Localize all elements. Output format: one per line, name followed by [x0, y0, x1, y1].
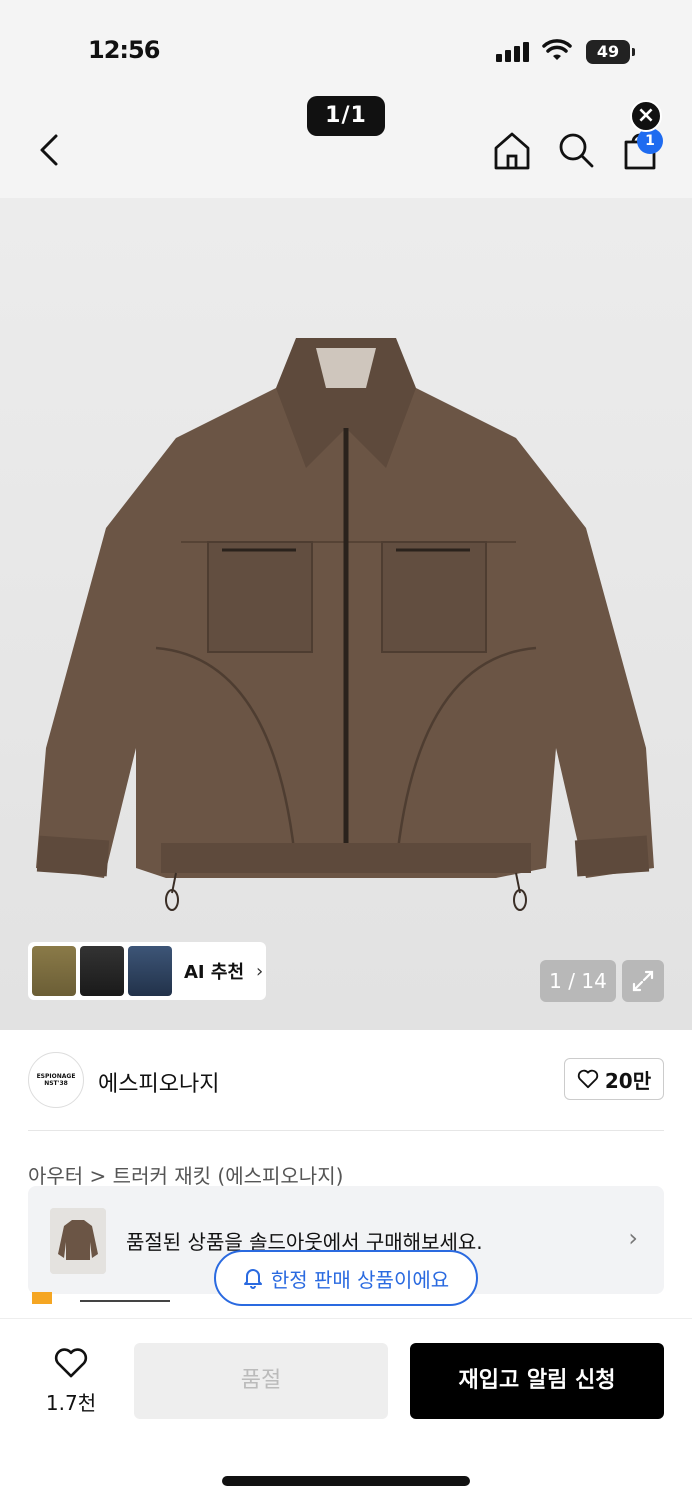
home-icon[interactable] — [490, 128, 534, 172]
brand-like-count: 20만 — [604, 1068, 652, 1093]
limited-sale-pill: 한정 판매 상품이에요 — [214, 1250, 478, 1306]
status-bar: 12:56 49 — [0, 0, 692, 100]
wishlist-count: 1.7천 — [45, 1391, 97, 1415]
cellular-signal-icon — [496, 42, 529, 62]
recommend-thumb-2[interactable] — [80, 946, 124, 996]
chevron-right-icon: › — [256, 960, 264, 982]
banner-product-thumb — [50, 1208, 106, 1274]
wifi-icon — [542, 39, 572, 60]
home-indicator[interactable] — [222, 1476, 470, 1486]
ai-recommend-strip[interactable]: AI 추천 › — [28, 942, 266, 1000]
expand-icon[interactable] — [622, 960, 664, 1002]
brand-name[interactable]: 에스피오나지 — [98, 1066, 219, 1098]
soldout-button: 품절 — [134, 1343, 388, 1419]
heart-icon — [577, 1069, 599, 1089]
ai-recommend-label: AI 추천 — [184, 962, 245, 983]
divider — [28, 1130, 664, 1131]
review-link-peek — [80, 1300, 170, 1302]
heart-icon — [54, 1348, 88, 1378]
brand-logo-subtext: NST'38 — [44, 1080, 68, 1088]
back-button[interactable] — [30, 128, 70, 172]
brand-row[interactable]: ESPIONAGE NST'38 에스피오나지 20만 — [28, 1052, 664, 1110]
search-icon[interactable] — [554, 128, 598, 172]
bottom-action-bar: 1.7천 품절 재입고 알림 신청 — [0, 1318, 692, 1500]
product-image-gallery[interactable]: AI 추천 › 1 / 14 — [0, 198, 692, 1030]
breadcrumb[interactable]: 아우터 > 트러커 재킷 (에스피오나지) — [28, 1160, 343, 1189]
page-indicator: 1/1 — [307, 96, 385, 136]
battery-tip — [632, 48, 635, 56]
limited-sale-text: 한정 판매 상품이에요 — [270, 1267, 450, 1292]
image-counter: 1 / 14 — [540, 960, 616, 1002]
status-time: 12:56 — [88, 36, 160, 64]
close-icon[interactable]: × — [630, 100, 662, 132]
brand-logo-text: ESPIONAGE — [36, 1073, 76, 1080]
brand-logo[interactable]: ESPIONAGE NST'38 — [28, 1052, 84, 1108]
brand-like-button[interactable]: 20만 — [564, 1058, 664, 1100]
recommend-thumb-1[interactable] — [32, 946, 76, 996]
battery-icon: 49 — [586, 40, 630, 64]
restock-alert-button[interactable]: 재입고 알림 신청 — [410, 1343, 664, 1419]
product-image — [36, 338, 654, 911]
rating-star-peek — [32, 1292, 52, 1304]
chevron-right-icon: › — [628, 1224, 638, 1252]
cart-count-badge: 1 — [637, 128, 663, 154]
bell-icon — [243, 1269, 262, 1289]
recommend-thumb-3[interactable] — [128, 946, 172, 996]
wishlist-button[interactable]: 1.7천 — [36, 1347, 106, 1417]
